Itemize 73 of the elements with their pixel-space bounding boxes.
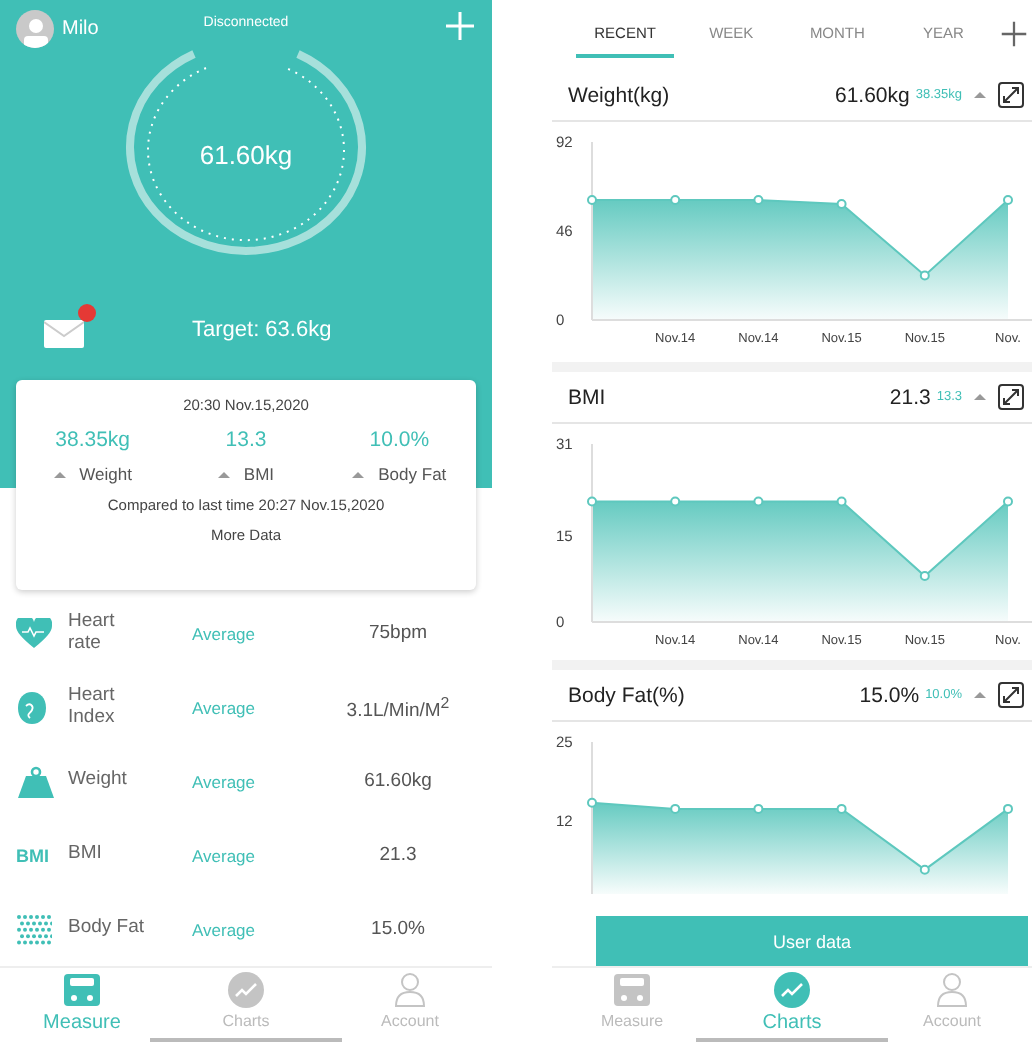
scale-icon [62,972,102,1009]
metric-value: 15.0% [859,683,920,707]
up-arrow-icon [974,394,986,400]
target-weight: Target: 63.6kg [192,318,332,342]
metric-value: 10.0% [367,427,432,452]
metric-title: BMI [568,385,606,409]
metric-label: Weight [16,463,170,484]
data-point [670,195,681,206]
row-status: Average [192,697,258,718]
up-arrow-icon [974,692,986,698]
chart-icon [774,972,810,1008]
row-value: 21.3 [377,844,419,867]
metric-label: Body Fat [322,463,476,484]
metric-value: 61.60kg [834,83,910,107]
data-point [919,864,930,875]
data-point [919,270,930,281]
expand-button[interactable] [998,682,1024,708]
row-label: Body Fat [68,918,147,941]
expand-button[interactable] [998,82,1024,108]
row-label: Heart Index [68,685,117,730]
up-arrow-icon [974,92,986,98]
tab-item[interactable]: Measure [0,968,164,1052]
row-value: 15.0% [369,918,427,941]
data-point [587,797,597,808]
row-status: Average [192,919,258,940]
data-point [1003,803,1013,814]
data-point [1003,496,1013,507]
add-button[interactable] [1000,19,1032,51]
row-label: Heart rate [68,611,117,656]
data-point [753,496,764,507]
person-icon [936,972,968,1008]
metric-value: 13.3 [223,427,269,452]
dots-icon [16,913,52,946]
tab-item[interactable]: Account [328,968,492,1052]
data-point [836,198,847,209]
expand-button[interactable] [998,384,1024,410]
notification-dot [78,304,96,322]
data-point [919,571,930,582]
row-label: Weight [68,770,129,793]
tab-item[interactable]: Charts [712,968,872,1052]
data-point [587,195,597,206]
tab-item[interactable]: Charts [164,968,328,1052]
row-value: 3.1L/Min/M$^{2}$ [344,693,452,722]
row-status: Average [192,623,258,644]
user-name: Milo [62,18,99,40]
chart-icon [228,972,264,1009]
row-label: BMI [68,844,104,867]
metric-label: BMI [169,463,323,484]
metric-title: Body Fat(%) [568,683,685,707]
row-status: Average [192,845,258,866]
data-point [836,496,847,507]
tab-item[interactable]: Measure [552,968,712,1052]
gauge-value: 61.60kg [197,140,295,170]
bmi-icon: BMI [16,845,68,866]
metric-value: 21.3 [889,385,931,409]
data-point [587,496,597,507]
data-point [753,195,764,206]
scale-icon [612,972,652,1008]
data-point [1003,195,1013,206]
data-point [670,803,681,814]
row-status: Average [192,771,258,792]
data-point [670,496,681,507]
row-value: 75bpm [366,622,430,645]
user-data-button[interactable]: User data [596,916,1028,966]
metric-title: Weight(kg) [568,83,670,107]
metric-value: 38.35kg [53,427,133,452]
heart-icon [16,617,52,650]
person-icon [394,972,426,1009]
row-value: 61.60kg [362,770,434,793]
weight-icon [16,765,56,798]
data-point [836,803,847,814]
tab-item[interactable]: Account [872,968,1032,1052]
data-point [753,803,764,814]
